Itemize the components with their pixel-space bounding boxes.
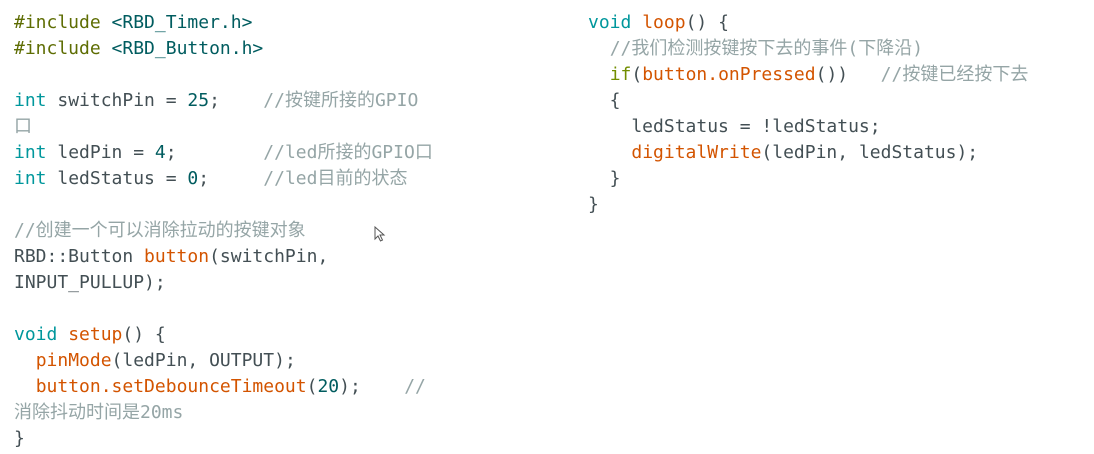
code-token: ()): [815, 64, 881, 85]
code-line: if(button.onPressed()) //按键已经按下去: [588, 62, 1029, 88]
code-line: //创建一个可以消除拉动的按键对象: [14, 218, 433, 244]
code-token: () {: [122, 324, 166, 345]
code-token: (ledPin, OUTPUT);: [111, 350, 296, 371]
code-column-right: void loop() { //我们检测按键按下去的事件(下降沿) if(but…: [588, 10, 1028, 218]
code-token: (switchPin,: [209, 246, 329, 267]
code-token: int: [14, 142, 47, 163]
code-token: pinMode: [35, 350, 112, 371]
code-token: ;: [198, 168, 264, 189]
code-line: #include <RBD_Button.h>: [14, 36, 433, 62]
code-column-left: #include <RBD_Timer.h> #include <RBD_Butt…: [14, 10, 433, 452]
code-token: loop: [642, 12, 686, 33]
code-token: }: [588, 194, 599, 215]
code-line: RBD::Button button(switchPin,: [14, 244, 433, 270]
code-line: 消除抖动时间是20ms: [14, 400, 433, 426]
code-token: //: [404, 376, 426, 397]
code-token: 口: [14, 116, 32, 137]
code-token: button.setDebounceTimeout: [35, 376, 307, 397]
code-token: button.onPressed: [642, 64, 816, 85]
code-token: () {: [685, 12, 729, 33]
code-line: button.setDebounceTimeout(20); //: [14, 374, 433, 400]
code-token: //led所接的GPIO口: [263, 142, 433, 163]
code-token: //创建一个可以消除拉动的按键对象: [14, 220, 306, 241]
code-token: ;: [209, 90, 264, 111]
mouse-pointer-icon: [374, 226, 386, 242]
code-token: //led目前的状态: [263, 168, 408, 189]
code-line: }: [588, 192, 1028, 218]
code-line: int switchPin = 25; //按键所接的GPIO: [14, 88, 433, 114]
code-token: //按键已经按下去: [880, 64, 1029, 85]
code-token: switchPin =: [46, 90, 188, 111]
code-token: (: [306, 376, 318, 397]
code-token: 4: [154, 142, 166, 163]
code-token: }: [14, 428, 25, 449]
code-token: ledStatus =: [46, 168, 188, 189]
code-line: int ledStatus = 0; //led目前的状态: [14, 166, 433, 192]
code-token: INPUT_PULLUP);: [14, 272, 166, 293]
code-token: 20: [317, 376, 340, 397]
code-line: pinMode(ledPin, OUTPUT);: [14, 348, 433, 374]
code-line: }: [14, 426, 433, 452]
code-token: 25: [187, 90, 210, 111]
code-token: 消除抖动时间是20ms: [14, 402, 184, 423]
code-token: button: [144, 246, 210, 267]
code-token: //我们检测按键按下去的事件(下降沿): [609, 38, 924, 59]
code-token: }: [588, 168, 621, 189]
code-line: //我们检测按键按下去的事件(下降沿): [588, 36, 1028, 62]
code-line: ledStatus = !ledStatus;: [588, 114, 1028, 140]
code-token: if: [609, 64, 632, 85]
code-line: INPUT_PULLUP);: [14, 270, 433, 296]
code-token: (ledPin, ledStatus);: [761, 142, 979, 163]
code-line: void setup() {: [14, 322, 433, 348]
code-line: #include <RBD_Timer.h>: [14, 10, 433, 36]
code-token: //按键所接的GPIO: [263, 90, 419, 111]
code-line: 口: [14, 114, 433, 140]
code-line: {: [588, 88, 1028, 114]
code-token: <RBD_Button.h>: [111, 38, 264, 59]
code-token: (: [631, 64, 643, 85]
code-token: void: [14, 324, 58, 345]
code-token: void: [588, 12, 632, 33]
code-token: ledStatus = !ledStatus;: [588, 116, 881, 137]
code-line: }: [588, 166, 1028, 192]
code-token: #include: [14, 12, 112, 33]
code-token: setup: [68, 324, 123, 345]
code-token: #include: [14, 38, 112, 59]
code-token: {: [588, 90, 621, 111]
code-token: int: [14, 90, 47, 111]
code-line: void loop() {: [588, 10, 1028, 36]
code-token: 0: [187, 168, 199, 189]
code-token: digitalWrite: [631, 142, 762, 163]
code-line: int ledPin = 4; //led所接的GPIO口: [14, 140, 433, 166]
code-token: ;: [165, 142, 264, 163]
code-line: digitalWrite(ledPin, ledStatus);: [588, 140, 1028, 166]
code-token: int: [14, 168, 47, 189]
code-token: );: [339, 376, 405, 397]
code-token: ledPin =: [46, 142, 155, 163]
code-token: <RBD_Timer.h>: [111, 12, 253, 33]
code-token: RBD::Button: [14, 246, 145, 267]
